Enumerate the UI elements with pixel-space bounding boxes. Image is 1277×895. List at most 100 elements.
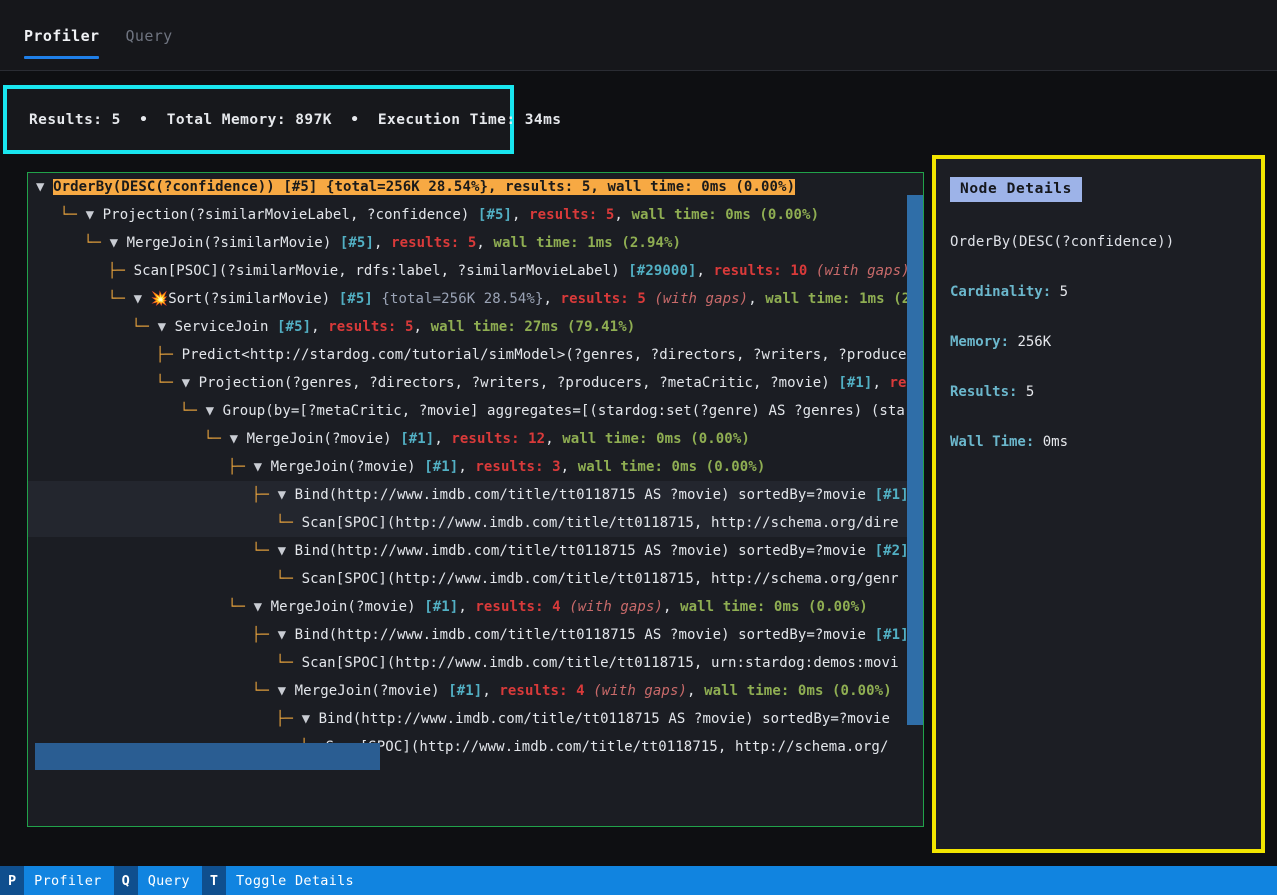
- plan-row-segment-node: ,: [590, 179, 607, 195]
- details-scrollbar[interactable]: [1251, 159, 1261, 849]
- plan-row-segment-node: ,: [458, 459, 475, 475]
- plan-row-segment-node: Scan[SPOC](http://www.imdb.com/title/tt0…: [302, 655, 899, 671]
- chevron-down-icon[interactable]: ▼: [278, 487, 295, 503]
- tree-guide-icon: └─: [228, 599, 254, 615]
- tree-guide-icon: └─: [84, 235, 110, 251]
- plan-tree-row[interactable]: └─ ▼ Bind(http://www.imdb.com/title/tt01…: [28, 537, 923, 565]
- plan-row-segment-node: ,: [748, 291, 765, 307]
- plan-tree-row[interactable]: └─ Scan[SPOC](http://www.imdb.com/title/…: [28, 509, 923, 537]
- plan-tree-row[interactable]: └─ ▼ Projection(?similarMovieLabel, ?con…: [28, 201, 923, 229]
- node-details-value: 5: [1026, 384, 1034, 400]
- status-key-profiler[interactable]: P: [0, 866, 24, 895]
- plan-row-segment-node: ,: [697, 263, 714, 279]
- chevron-down-icon[interactable]: ▼: [278, 627, 295, 643]
- plan-tree-row[interactable]: └─ ▼ MergeJoin(?similarMovie) [#5], resu…: [28, 229, 923, 257]
- tab-list: Profiler Query: [24, 27, 173, 59]
- node-details-title: Node Details: [950, 177, 1082, 202]
- plan-row-segment-reslbl: results:: [714, 263, 791, 279]
- plan-row-segment-wall: wall time: 0ms (0.00%): [562, 431, 750, 447]
- horizontal-scrollbar-thumb[interactable]: [35, 743, 380, 770]
- tab-query[interactable]: Query: [125, 27, 172, 59]
- chevron-down-icon[interactable]: ▼: [206, 403, 223, 419]
- summary-bar: Results: 5 • Total Memory: 897K • Execut…: [3, 85, 514, 154]
- plan-tree-row[interactable]: └─ ▼ 💥Sort(?similarMovie) [#5] {total=25…: [28, 285, 923, 313]
- plan-tree-panel[interactable]: ▼ OrderBy(DESC(?confidence)) [#5] {total…: [27, 172, 924, 827]
- node-details-row: Memory: 256K: [950, 334, 1251, 350]
- status-label-toggle-details[interactable]: Toggle Details: [226, 866, 366, 895]
- plan-row-segment-node: MergeJoin(?movie): [271, 599, 425, 615]
- plan-row-segment-node: ,: [545, 431, 562, 447]
- plan-tree-row[interactable]: ├─ ▼ MergeJoin(?movie) [#1], results: 3,…: [28, 453, 923, 481]
- plan-tree-row-text: Projection(?similarMovieLabel, ?confiden…: [103, 207, 819, 223]
- plan-tree-rows: ▼ OrderBy(DESC(?confidence)) [#5] {total…: [28, 173, 923, 826]
- plan-tree-row[interactable]: ├─ ▼ Bind(http://www.imdb.com/title/tt01…: [28, 621, 923, 649]
- plan-row-segment-wall: wall time: 0ms (0.00%): [578, 459, 766, 475]
- vertical-scrollbar-thumb[interactable]: [907, 195, 923, 725]
- tree-guide-icon: ├─: [252, 487, 278, 503]
- chevron-down-icon[interactable]: ▼: [230, 431, 247, 447]
- plan-tree-row[interactable]: ├─ Predict<http://stardog.com/tutorial/s…: [28, 341, 923, 369]
- plan-tree-row[interactable]: ▼ OrderBy(DESC(?confidence)) [#5] {total…: [28, 173, 923, 201]
- plan-tree-row-text: MergeJoin(?similarMovie) [#5], results: …: [127, 235, 681, 251]
- plan-tree-row[interactable]: ├─ ▼ Bind(http://www.imdb.com/title/tt01…: [28, 705, 923, 733]
- chevron-down-icon[interactable]: ▼: [278, 543, 295, 559]
- chevron-down-icon[interactable]: ▼: [134, 291, 151, 307]
- tab-profiler[interactable]: Profiler: [24, 27, 99, 59]
- chevron-down-icon[interactable]: ▼: [158, 319, 175, 335]
- plan-tree-row[interactable]: └─ ▼ MergeJoin(?movie) [#1], results: 4 …: [28, 677, 923, 705]
- plan-row-segment-node: ,: [414, 319, 431, 335]
- plan-tree-row[interactable]: ├─ ▼ Bind(http://www.imdb.com/title/tt01…: [28, 481, 923, 509]
- status-label-profiler[interactable]: Profiler: [24, 866, 113, 895]
- status-bar-filler: [366, 866, 1277, 895]
- plan-row-segment-node: MergeJoin(?movie): [271, 459, 425, 475]
- plan-tree-row[interactable]: ├─ Scan[PSOC](?similarMovie, rdfs:label,…: [28, 257, 923, 285]
- plan-row-segment-wall: wall time: 0ms (0.00%): [607, 179, 795, 195]
- tree-guide-icon: └─: [276, 515, 302, 531]
- tree-guide-icon: └─: [108, 291, 134, 307]
- plan-row-segment-reslbl: results:: [328, 319, 405, 335]
- node-details-operator: OrderBy(DESC(?confidence)): [950, 234, 1251, 250]
- node-details-key: Results:: [950, 384, 1026, 400]
- plan-row-segment-reslbl: results:: [505, 179, 582, 195]
- plan-tree-row[interactable]: └─ ▼ MergeJoin(?movie) [#1], results: 12…: [28, 425, 923, 453]
- chevron-down-icon[interactable]: ▼: [110, 235, 127, 251]
- plan-row-segment-reslbl: results:: [475, 459, 552, 475]
- status-label-query[interactable]: Query: [138, 866, 202, 895]
- status-key-query[interactable]: Q: [114, 866, 138, 895]
- plan-row-segment-node: ,: [512, 207, 529, 223]
- plan-row-segment-node: ,: [687, 683, 704, 699]
- plan-row-segment-node: Bind(http://www.imdb.com/title/tt0118715…: [295, 487, 875, 503]
- tab-bar: Profiler Query: [0, 0, 1277, 71]
- plan-tree-row-text: MergeJoin(?movie) [#1], results: 4 (with…: [271, 599, 868, 615]
- plan-row-segment-card: [#5]: [277, 319, 311, 335]
- plan-tree-row[interactable]: └─ ▼ ServiceJoin [#5], results: 5, wall …: [28, 313, 923, 341]
- plan-row-segment-card: [#5]: [283, 179, 317, 195]
- plan-row-segment-reslbl: results:: [529, 207, 606, 223]
- status-key-toggle-details[interactable]: T: [202, 866, 226, 895]
- chevron-down-icon[interactable]: ▼: [36, 179, 53, 195]
- horizontal-scrollbar-track[interactable]: [28, 771, 923, 798]
- chevron-down-icon[interactable]: ▼: [182, 375, 199, 391]
- plan-row-segment-reslbl: results:: [561, 291, 638, 307]
- plan-tree-row[interactable]: └─ ▼ Projection(?genres, ?directors, ?wr…: [28, 369, 923, 397]
- vertical-scrollbar-track[interactable]: [907, 173, 923, 826]
- chevron-down-icon[interactable]: ▼: [254, 459, 271, 475]
- node-details-key: Cardinality:: [950, 284, 1060, 300]
- profiler-app: Profiler Query Results: 5 • Total Memory…: [0, 0, 1277, 895]
- plan-tree-row[interactable]: └─ ▼ Group(by=[?metaCritic, ?movie] aggr…: [28, 397, 923, 425]
- tree-guide-icon: ├─: [276, 711, 302, 727]
- plan-tree-row[interactable]: └─ Scan[SPOC](http://www.imdb.com/title/…: [28, 565, 923, 593]
- plan-tree-row[interactable]: └─ Scan[SPOC](http://www.imdb.com/title/…: [28, 649, 923, 677]
- tree-guide-icon: └─: [60, 207, 86, 223]
- chevron-down-icon[interactable]: ▼: [278, 683, 295, 699]
- chevron-down-icon[interactable]: ▼: [302, 711, 319, 727]
- plan-tree-row[interactable]: └─ ▼ MergeJoin(?movie) [#1], results: 4 …: [28, 593, 923, 621]
- status-bar-items: PProfilerQQueryTToggle Details: [0, 866, 366, 895]
- plan-tree-row-text: Scan[SPOC](http://www.imdb.com/title/tt0…: [326, 739, 889, 755]
- plan-row-segment-card: [#5]: [340, 235, 374, 251]
- plan-row-segment-wall: wall time: 27ms (79.41%): [431, 319, 636, 335]
- plan-row-segment-node: ,: [663, 599, 680, 615]
- node-details-key: Wall Time:: [950, 434, 1043, 450]
- chevron-down-icon[interactable]: ▼: [86, 207, 103, 223]
- chevron-down-icon[interactable]: ▼: [254, 599, 271, 615]
